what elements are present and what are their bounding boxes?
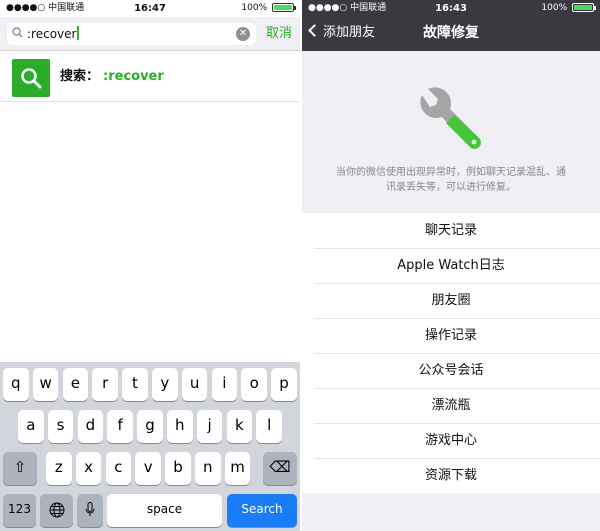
battery-percent: 100% [241,3,268,13]
search-query-text: :recover [27,26,80,42]
battery-icon [572,3,596,12]
key-p[interactable]: p [271,368,297,401]
search-result-row[interactable]: 搜索：:recover [0,52,300,102]
key-a[interactable]: a [18,410,44,443]
repair-header: 当你的微信使用出现异常时，例如聊天记录混乱、通讯录丢失等，可以进行修复。 [302,51,600,211]
numbers-key[interactable]: 123 [3,494,36,527]
shift-key[interactable]: ⇧ [3,452,37,485]
key-u[interactable]: u [181,368,208,401]
delete-key[interactable]: ⌫ [263,452,297,485]
battery-icon [272,3,296,12]
search-key[interactable]: Search [227,494,297,527]
navigation-bar: ●●●●○ 中国联通 16:43 100% 添加朋友 故障修复 [302,0,600,51]
search-icon [12,27,23,38]
search-result-query: :recover [103,69,164,84]
key-l[interactable]: l [256,410,282,443]
cancel-button[interactable]: 取消 [266,25,292,43]
search-result-prefix: 搜索： [60,69,100,84]
key-y[interactable]: y [152,368,178,401]
key-i[interactable]: i [211,368,238,401]
search-bar: :recover ✕ 取消 [0,17,300,51]
status-bar: ●●●●○ 中国联通 16:47 100% [0,0,300,17]
key-q[interactable]: q [3,368,29,401]
repair-option[interactable]: 游戏中心 [302,423,600,458]
key-o[interactable]: o [241,368,267,401]
search-result-label: 搜索：:recover [60,68,164,86]
key-w[interactable]: w [32,368,59,401]
key-r[interactable]: r [92,368,118,401]
globe-icon[interactable] [40,494,73,527]
repair-option[interactable]: Apple Watch日志 [302,248,600,283]
status-bar: ●●●●○ 中国联通 16:43 100% [302,0,600,17]
battery-percent: 100% [541,3,568,13]
repair-options-list: 聊天记录 Apple Watch日志 朋友圈 操作记录 公众号会话 漂流瓶 游戏中心 资源下载 [302,213,600,493]
search-screen: ●●●●○ 中国联通 16:47 100% :recover ✕ 取消 搜索：:… [0,0,300,531]
battery-fill [274,5,292,10]
repair-option[interactable]: 朋友圈 [302,283,600,318]
key-m[interactable]: m [224,452,251,485]
clear-icon[interactable]: ✕ [236,27,250,41]
key-g[interactable]: g [137,410,163,443]
key-j[interactable]: j [196,410,223,443]
key-h[interactable]: h [167,410,193,443]
key-d[interactable]: d [77,410,104,443]
page-title: 故障修复 [423,25,479,41]
repair-description: 当你的微信使用出现异常时，例如聊天记录混乱、通讯录丢失等，可以进行修复。 [336,167,566,193]
magnifier-icon [21,68,42,89]
key-c[interactable]: c [105,452,132,485]
repair-option[interactable]: 操作记录 [302,318,600,353]
key-x[interactable]: x [75,452,102,485]
key-s[interactable]: s [47,410,74,443]
battery-group: 100% [541,0,596,17]
repair-screen: ●●●●○ 中国联通 16:43 100% 添加朋友 故障修复 当你的微信使用出… [302,0,600,531]
text-cursor [77,26,80,40]
key-e[interactable]: e [62,368,89,401]
key-k[interactable]: k [226,410,253,443]
key-v[interactable]: v [135,452,161,485]
keyboard: q w e r t y u i o p a s d f g h j k l ⇧ z x c v b n m ⌫ 123 space Sear… [0,362,300,531]
battery-group: 100% [241,0,296,17]
repair-option[interactable]: 资源下载 [302,458,600,493]
key-n[interactable]: n [195,452,221,485]
search-result-icon [12,59,50,97]
microphone-icon[interactable] [77,494,103,527]
repair-option[interactable]: 漂流瓶 [302,388,600,423]
repair-option[interactable]: 公众号会话 [302,353,600,388]
key-f[interactable]: f [107,410,133,443]
wrench-icon [420,87,481,149]
space-key[interactable]: space [107,494,222,527]
repair-option[interactable]: 聊天记录 [302,213,600,248]
key-z[interactable]: z [46,452,72,485]
key-t[interactable]: t [122,368,148,401]
key-b[interactable]: b [165,452,191,485]
search-input[interactable]: :recover ✕ [7,23,256,45]
battery-fill [574,5,592,10]
